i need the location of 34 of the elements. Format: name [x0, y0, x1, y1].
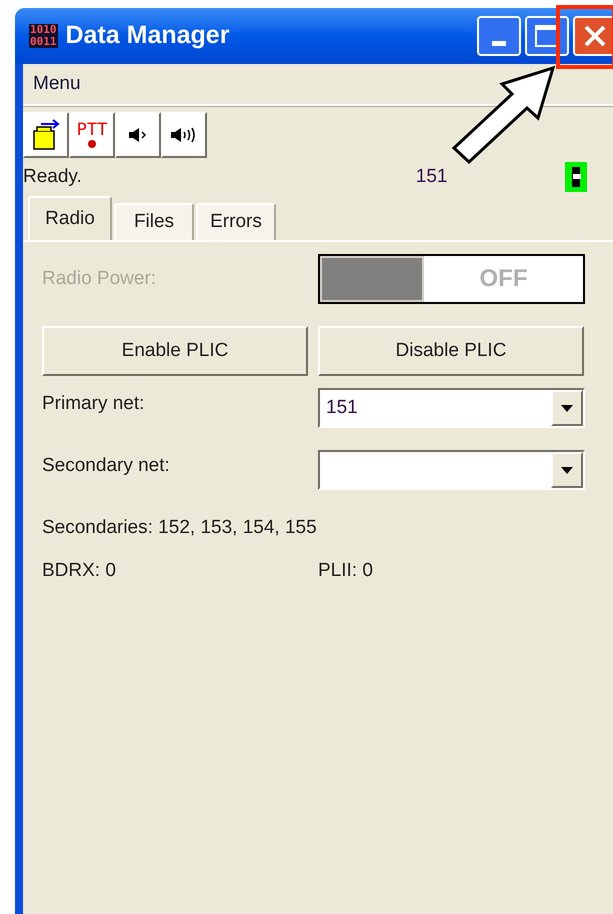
- toolbar-button[interactable]: [161, 112, 207, 158]
- primary-net-dropdown[interactable]: 151: [318, 388, 585, 428]
- ptt-button[interactable]: PTT: [69, 112, 115, 158]
- plic-button[interactable]: Enable PLIC: [42, 326, 308, 376]
- toolbar-button[interactable]: [115, 112, 161, 158]
- window-title: Data Manager: [66, 20, 230, 52]
- secondary-net-dropdown[interactable]: [318, 450, 585, 490]
- secondary-net-label: Secondary net:: [42, 454, 171, 478]
- radio-power-label: Radio Power:: [42, 266, 158, 291]
- secondaries-text: Secondaries: 152, 153, 154, 155: [42, 516, 318, 540]
- app-logo: 1010 0011: [29, 24, 58, 48]
- dot-icon: [87, 138, 97, 148]
- close-icon: [583, 24, 607, 48]
- radio-status-icon: [564, 162, 586, 192]
- folder-arrow-icon: [31, 119, 61, 151]
- net-number: 151: [416, 164, 448, 189]
- plic-button[interactable]: Disable PLIC: [318, 326, 584, 376]
- minimize-button[interactable]: [477, 16, 521, 56]
- speaker-icon: [127, 127, 149, 143]
- dropdown-arrow-icon: [561, 404, 573, 412]
- tab[interactable]: Radio: [28, 196, 112, 240]
- plii-text: PLII: 0: [318, 558, 373, 582]
- primary-net-label: Primary net:: [42, 392, 146, 416]
- close-button[interactable]: [573, 16, 613, 56]
- status-text: Ready.: [23, 164, 82, 189]
- tab[interactable]: Files: [114, 203, 194, 240]
- maximize-button[interactable]: [525, 16, 569, 56]
- dropdown-arrow-icon: [561, 466, 573, 474]
- bdrx-text: BDRX: 0: [42, 558, 117, 582]
- menu-item[interactable]: Menu: [23, 70, 91, 98]
- toolbar-button[interactable]: [23, 112, 69, 158]
- ptt-label: PTT: [76, 122, 108, 138]
- tab[interactable]: Errors: [196, 203, 276, 240]
- power-state-text: OFF: [478, 264, 528, 294]
